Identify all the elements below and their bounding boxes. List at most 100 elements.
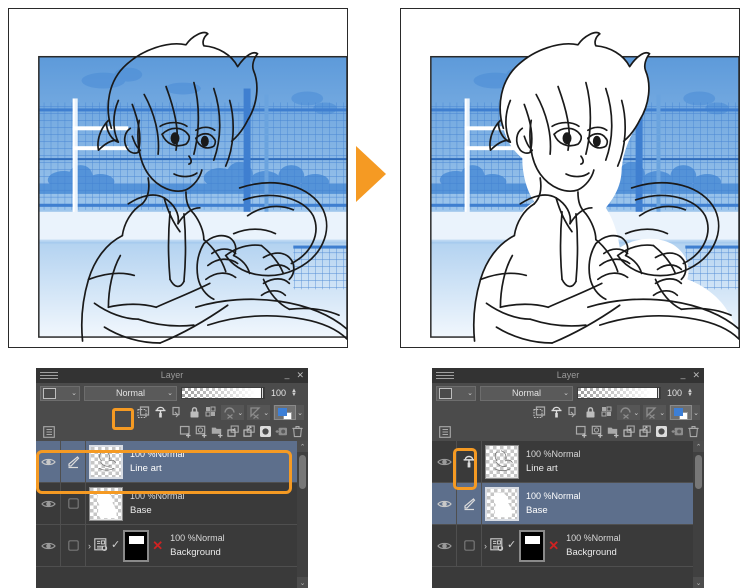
layer-labels: 100 %Normal Background (566, 533, 621, 558)
process-arrow (352, 146, 396, 202)
layer-edit-indicator[interactable] (456, 525, 482, 566)
effect-off-button[interactable]: ⌄ (247, 405, 271, 420)
clipping-mask-icon[interactable] (153, 406, 167, 420)
scroll-up-button[interactable]: ⌃ (297, 441, 308, 452)
new-tone-layer-icon[interactable] (194, 425, 208, 439)
combine-down-icon[interactable] (242, 425, 256, 439)
layer-edit-indicator[interactable] (60, 483, 86, 524)
layer-visibility-toggle[interactable] (432, 457, 456, 467)
lock-pixels-icon[interactable] (600, 406, 614, 420)
layer-clipping-indicator[interactable] (456, 441, 482, 482)
layer-mask-link-icon[interactable] (170, 406, 184, 420)
mask-disabled-icon[interactable]: ✕ (548, 539, 559, 552)
layer-mask-icon[interactable] (654, 425, 668, 439)
mask-disabled-icon[interactable]: ✕ (152, 539, 163, 552)
layer-row-background[interactable]: › ✓ ✕ 100 %Normal Background (36, 525, 308, 567)
opacity-handle[interactable] (657, 387, 660, 399)
opacity-slider[interactable] (577, 387, 661, 399)
delete-layer-icon[interactable] (290, 425, 304, 439)
layer-visibility-toggle[interactable] (36, 541, 60, 551)
lock-pixels-icon[interactable] (204, 406, 218, 420)
delete-layer-icon[interactable] (686, 425, 700, 439)
lock-transparent-pixels-icon[interactable] (136, 406, 150, 420)
close-button[interactable]: ✕ (692, 371, 700, 380)
layer-mask-link-icon[interactable] (566, 406, 580, 420)
blend-mode-select[interactable]: Normal ⌄ (480, 385, 573, 401)
lock-transparent-pixels-icon[interactable] (532, 406, 546, 420)
transfer-down-icon[interactable] (226, 425, 240, 439)
layer-thumbnail[interactable] (89, 486, 123, 521)
reference-layer-icon[interactable] (94, 537, 108, 554)
close-button[interactable]: ✕ (296, 371, 304, 380)
layer-row-line-art[interactable]: 100 %Normal Line art (432, 441, 704, 483)
layer-color-select[interactable]: ⌄ (436, 385, 476, 401)
layer-thumbnail[interactable] (123, 529, 150, 562)
add-mask-icon[interactable] (670, 425, 684, 439)
reference-layer-icon[interactable] (490, 537, 504, 554)
layer-visibility-toggle[interactable] (432, 499, 456, 509)
scrollbar-thumb[interactable] (695, 455, 702, 489)
opacity-stepper[interactable]: ▲ ▼ (687, 388, 693, 398)
new-folder-icon[interactable] (606, 425, 620, 439)
layer-list-scrollbar[interactable]: ⌃ ⌄ (297, 441, 308, 588)
draw-color-button[interactable]: ⌄ (669, 405, 700, 420)
layer-row-base[interactable]: 100 %Normal Base (432, 483, 704, 525)
expand-folder-chevron-icon[interactable]: › (88, 541, 91, 551)
layer-color-select[interactable]: ⌄ (40, 385, 80, 401)
new-folder-icon[interactable] (210, 425, 224, 439)
lock-layer-icon[interactable] (187, 406, 201, 420)
layer-edit-indicator[interactable] (60, 441, 86, 482)
new-raster-layer-icon[interactable] (574, 425, 588, 439)
layer-visibility-toggle[interactable] (36, 457, 60, 467)
layer-thumbnail[interactable] (485, 444, 519, 479)
layer-list-scrollbar[interactable]: ⌃ ⌄ (693, 441, 704, 588)
layer-thumbnail[interactable] (485, 486, 519, 521)
blend-mode-select[interactable]: Normal ⌄ (84, 385, 177, 401)
layer-row-background[interactable]: › ✓ ✕ 100 %Normal Background (432, 525, 704, 567)
layer-edit-indicator[interactable] (456, 483, 482, 524)
layer-row-line-art[interactable]: 100 %Normal Line art (36, 441, 308, 483)
layer-thumbnail[interactable] (519, 529, 546, 562)
scroll-down-button[interactable]: ⌄ (297, 577, 308, 588)
draw-color-swatch-icon (274, 405, 297, 420)
layer-list[interactable]: 100 %Normal Line art 100 %Normal Base › … (36, 441, 308, 588)
palette-toolbar-row-3 (36, 422, 308, 441)
layer-mask-icon[interactable] (258, 425, 272, 439)
layer-edit-indicator[interactable] (60, 525, 86, 566)
draw-color-button[interactable]: ⌄ (273, 405, 304, 420)
new-raster-layer-icon[interactable] (178, 425, 192, 439)
layer-visibility-toggle[interactable] (432, 541, 456, 551)
add-mask-icon[interactable] (274, 425, 288, 439)
effect-off-button[interactable]: ⌄ (643, 405, 667, 420)
scroll-up-button[interactable]: ⌃ (693, 441, 704, 452)
check-icon[interactable]: ✓ (111, 540, 120, 551)
layer-row-base[interactable]: 100 %Normal Base (36, 483, 308, 525)
opacity-slider[interactable] (181, 387, 265, 399)
palette-toolbar-row-1: ⌄ Normal ⌄ 100 ▲ ▼ (432, 383, 704, 403)
layer-list[interactable]: 100 %Normal Line art 100 %Normal Base › … (432, 441, 704, 588)
opacity-stepper[interactable]: ▲ ▼ (291, 388, 297, 398)
layer-opacity-mode: 100 %Normal (526, 449, 581, 459)
combine-down-icon[interactable] (638, 425, 652, 439)
scrollbar-thumb[interactable] (299, 455, 306, 489)
layer-thumbnail[interactable] (89, 444, 123, 479)
layer-visibility-toggle[interactable] (36, 499, 60, 509)
ruler-off-button[interactable]: ⌄ (221, 405, 245, 420)
lock-layer-icon[interactable] (583, 406, 597, 420)
check-icon[interactable]: ✓ (507, 540, 516, 551)
minimize-button[interactable]: – (284, 374, 289, 383)
opacity-gradient (182, 388, 262, 398)
ruler-off-button[interactable]: ⌄ (617, 405, 641, 420)
minimize-button[interactable]: – (680, 374, 685, 383)
opacity-handle[interactable] (261, 387, 264, 399)
opacity-gradient (578, 388, 658, 398)
transfer-down-icon[interactable] (622, 425, 636, 439)
layer-list-icon[interactable] (438, 425, 452, 439)
layer-list-icon[interactable] (42, 425, 56, 439)
palette-toolbar-row-2: ⌄ ⌄ ⌄ (36, 403, 308, 422)
new-tone-layer-icon[interactable] (590, 425, 604, 439)
scroll-down-button[interactable]: ⌄ (693, 577, 704, 588)
expand-folder-chevron-icon[interactable]: › (484, 541, 487, 551)
clipping-mask-icon[interactable] (549, 406, 563, 420)
opacity-value: 100 (667, 388, 683, 398)
